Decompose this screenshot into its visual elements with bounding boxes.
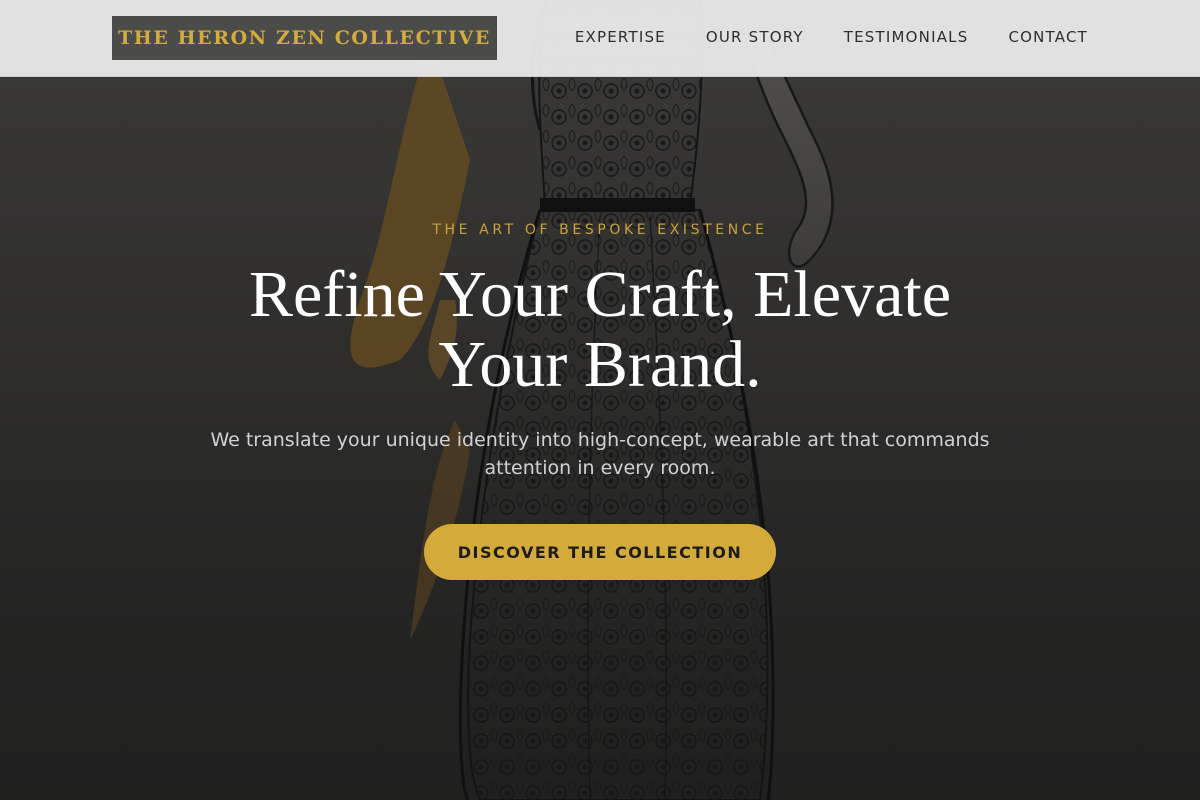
landing-page: THE HERON ZEN COLLECTIVE EXPERTISE OUR S… bbox=[0, 0, 1200, 800]
site-header: THE HERON ZEN COLLECTIVE EXPERTISE OUR S… bbox=[0, 0, 1200, 77]
main-nav: EXPERTISE OUR STORY TESTIMONIALS CONTACT bbox=[575, 28, 1088, 46]
nav-link-expertise[interactable]: EXPERTISE bbox=[575, 28, 666, 46]
hero-headline: Refine Your Craft, Elevate Your Brand. bbox=[249, 258, 951, 401]
nav-link-our-story[interactable]: OUR STORY bbox=[706, 28, 804, 46]
site-logo[interactable]: THE HERON ZEN COLLECTIVE bbox=[112, 16, 497, 60]
nav-link-contact[interactable]: CONTACT bbox=[1008, 28, 1088, 46]
logo-text: THE HERON ZEN COLLECTIVE bbox=[118, 27, 491, 49]
hero-subheadline: We translate your unique identity into h… bbox=[210, 429, 990, 479]
hero-eyebrow: THE ART OF BESPOKE EXISTENCE bbox=[432, 222, 768, 238]
hero-section: THE ART OF BESPOKE EXISTENCE Refine Your… bbox=[0, 222, 1200, 580]
discover-collection-button[interactable]: DISCOVER THE COLLECTION bbox=[424, 524, 776, 580]
nav-link-testimonials[interactable]: TESTIMONIALS bbox=[844, 28, 969, 46]
